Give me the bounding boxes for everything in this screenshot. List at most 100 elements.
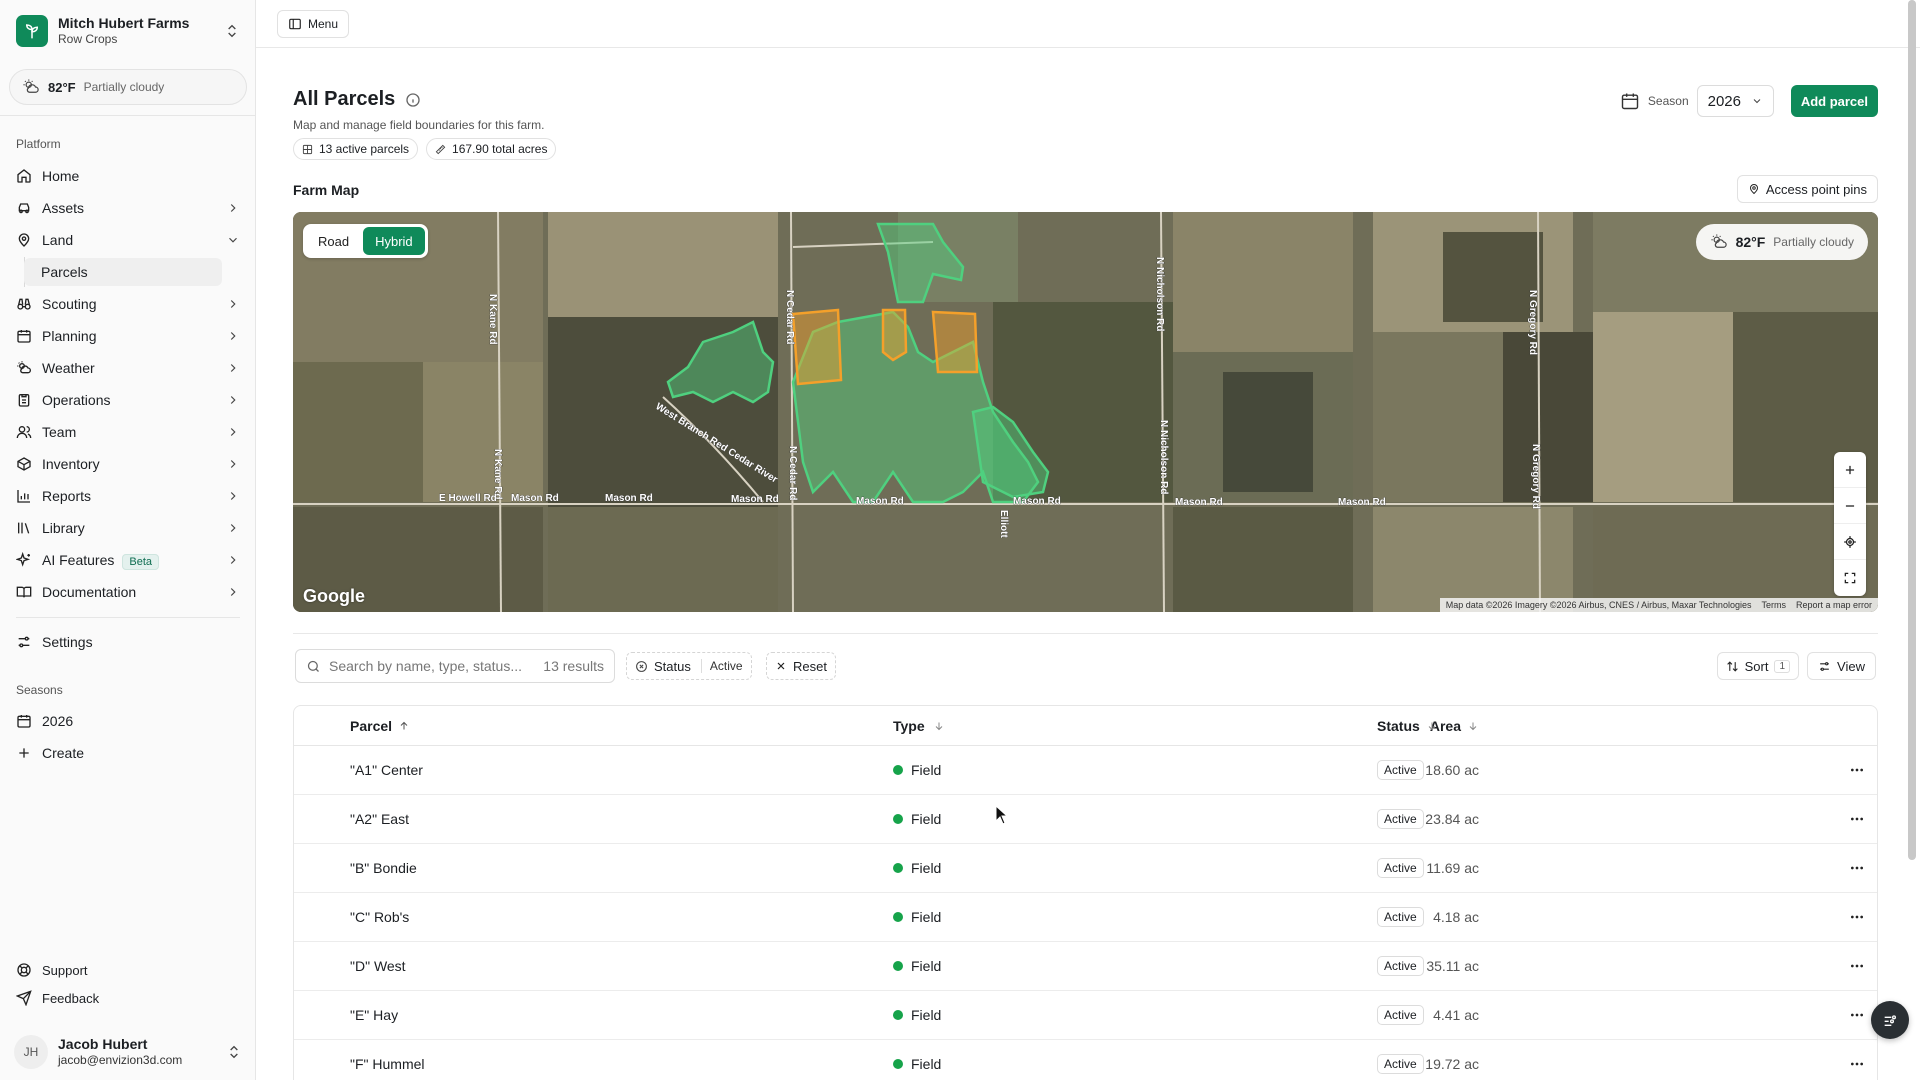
zoom-out-button[interactable] xyxy=(1834,488,1866,524)
table-row[interactable]: "C" Rob's Field 4.18 ac Active xyxy=(294,893,1877,942)
parcel-name[interactable]: "A1" Center xyxy=(350,762,423,778)
access-point-pins-label: Access point pins xyxy=(1765,181,1867,197)
sidebar-item-scouting[interactable]: Scouting xyxy=(8,289,248,319)
season-picker: Season 2026 xyxy=(1620,85,1774,117)
type-dot xyxy=(893,961,903,971)
row-actions-button[interactable] xyxy=(1849,1007,1865,1023)
sidebar-item-label: Operations xyxy=(42,392,111,408)
map-data-credit: Map data ©2026 Imagery ©2026 Airbus, CNE… xyxy=(1445,600,1752,610)
menu-button[interactable]: Menu xyxy=(277,10,350,38)
status-filter[interactable]: Status Active xyxy=(626,652,752,680)
sidebar-item-reports[interactable]: Reports xyxy=(8,481,248,511)
table-row[interactable]: "F" Hummel Field 19.72 ac Active xyxy=(294,1040,1877,1080)
road-label-mason-4: Mason Rd xyxy=(856,496,904,507)
row-actions-button[interactable] xyxy=(1849,762,1865,778)
add-parcel-button[interactable]: Add parcel xyxy=(1790,85,1878,117)
sidebar-item-operations[interactable]: Operations xyxy=(8,385,248,415)
row-actions-button[interactable] xyxy=(1849,958,1865,974)
assistant-fab-button[interactable] xyxy=(1871,1001,1909,1039)
map-type-hybrid[interactable]: Hybrid xyxy=(363,227,425,255)
table-row[interactable]: "A1" Center Field 18.60 ac Active xyxy=(294,746,1877,795)
search-input[interactable]: Search by name, type, status... 13 resul… xyxy=(295,649,615,683)
map-imagery[interactable]: N Kane Rd N Kane Rd N Cedar Rd N Cedar R… xyxy=(293,212,1878,612)
sidebar-item-ai-features[interactable]: AI Features Beta xyxy=(8,545,248,575)
active-parcels-text: 13 active parcels xyxy=(319,142,410,156)
parcel-status: Active xyxy=(1377,907,1424,927)
column-header-status[interactable]: Status xyxy=(1377,718,1438,734)
row-actions-button[interactable] xyxy=(1849,1056,1865,1072)
sidebar-item-create[interactable]: Create xyxy=(8,738,248,768)
locate-button[interactable] xyxy=(1834,524,1866,560)
parcel-status: Active xyxy=(1377,809,1424,829)
road-label-n-nicholson-north: N Nicholson Rd xyxy=(1154,257,1165,331)
status-badge: Active xyxy=(1377,858,1424,878)
parcel-area: 18.60 ac xyxy=(1425,762,1479,778)
parcel-area: 19.72 ac xyxy=(1425,1056,1479,1072)
map-weather-widget[interactable]: 82°F Partially cloudy xyxy=(1695,224,1868,260)
map-terms-link[interactable]: Terms xyxy=(1761,600,1786,610)
sort-button[interactable]: Sort 1 xyxy=(1716,652,1799,680)
table-row[interactable]: "E" Hay Field 4.41 ac Active xyxy=(294,991,1877,1040)
lifebuoy-icon xyxy=(17,963,31,977)
sidebar-item-support[interactable]: Support xyxy=(8,955,248,985)
parcel-status: Active xyxy=(1377,760,1424,780)
user-menu[interactable]: JH Jacob Hubert jacob@envizion3d.com xyxy=(8,1030,248,1074)
sidebar-item-weather[interactable]: Weather xyxy=(8,353,248,383)
sidebar-item-land[interactable]: Land xyxy=(8,225,248,255)
table-row[interactable]: "D" West Field 35.11 ac Active xyxy=(294,942,1877,991)
row-actions-button[interactable] xyxy=(1849,860,1865,876)
sidebar-item-label: Documentation xyxy=(42,584,137,600)
parcel-name[interactable]: "F" Hummel xyxy=(350,1056,425,1072)
sidebar-item-settings[interactable]: Settings xyxy=(8,627,248,657)
sidebar-item-season-2026[interactable]: 2026 xyxy=(8,706,248,736)
type-dot xyxy=(893,863,903,873)
page-scrollbar[interactable] xyxy=(1908,0,1916,860)
table-row[interactable]: "A2" East Field 23.84 ac Active xyxy=(294,795,1877,844)
row-actions-button[interactable] xyxy=(1849,811,1865,827)
sidebar-item-feedback[interactable]: Feedback xyxy=(8,983,248,1013)
active-parcels-chip: 13 active parcels xyxy=(293,138,419,160)
total-acres-text: 167.90 total acres xyxy=(452,142,548,156)
report-map-error-link[interactable]: Report a map error xyxy=(1796,600,1872,610)
parcel-name[interactable]: "C" Rob's xyxy=(350,909,409,925)
sidebar-item-library[interactable]: Library xyxy=(8,513,248,543)
sidebar-item-planning[interactable]: Planning xyxy=(8,321,248,351)
status-badge: Active xyxy=(1377,956,1424,976)
org-switcher[interactable]: Mitch Hubert Farms Row Crops xyxy=(10,10,246,52)
parcel-name[interactable]: "B" Bondie xyxy=(350,860,417,876)
sidebar-item-parcels[interactable]: Parcels xyxy=(24,258,222,286)
table-row[interactable]: "B" Bondie Field 11.69 ac Active xyxy=(294,844,1877,893)
parcel-name[interactable]: "E" Hay xyxy=(350,1007,398,1023)
more-horizontal-icon xyxy=(1851,866,1863,870)
parcel-name[interactable]: "D" West xyxy=(350,958,406,974)
road-label-mason-1: Mason Rd xyxy=(511,493,559,504)
parcel-name[interactable]: "A2" East xyxy=(350,811,409,827)
farm-map[interactable]: N Kane Rd N Kane Rd N Cedar Rd N Cedar R… xyxy=(293,212,1878,612)
zoom-in-button[interactable] xyxy=(1834,452,1866,488)
sidebar-item-label: Team xyxy=(42,424,77,440)
column-header-type[interactable]: Type xyxy=(893,718,945,734)
access-point-pins-button[interactable]: Access point pins xyxy=(1736,175,1878,203)
sidebar-item-label: Weather xyxy=(42,360,95,376)
platform-section-label: Platform xyxy=(16,137,61,151)
sidebar-item-assets[interactable]: Assets xyxy=(8,193,248,223)
row-actions-button[interactable] xyxy=(1849,909,1865,925)
type-dot xyxy=(893,765,903,775)
sidebar-item-label: Feedback xyxy=(42,990,100,1006)
sidebar-item-label: Home xyxy=(42,168,80,184)
view-button[interactable]: View xyxy=(1807,652,1876,680)
sidebar-weather-widget[interactable]: 82°F Partially cloudy xyxy=(9,69,247,105)
column-header-parcel[interactable]: Parcel xyxy=(350,718,410,734)
map-controls xyxy=(1834,452,1866,596)
reset-filters-button[interactable]: Reset xyxy=(766,652,836,680)
sidebar-item-team[interactable]: Team xyxy=(8,417,248,447)
map-type-road[interactable]: Road xyxy=(306,227,361,255)
season-select[interactable]: 2026 xyxy=(1696,85,1774,117)
sidebar-weather-temp: 82°F xyxy=(48,79,76,95)
fullscreen-button[interactable] xyxy=(1834,560,1866,596)
sidebar-item-documentation[interactable]: Documentation xyxy=(8,577,248,607)
sidebar-item-label: Support xyxy=(42,962,88,978)
info-icon[interactable] xyxy=(405,92,421,108)
sidebar-item-home[interactable]: Home xyxy=(8,161,248,191)
sidebar-item-inventory[interactable]: Inventory xyxy=(8,449,248,479)
